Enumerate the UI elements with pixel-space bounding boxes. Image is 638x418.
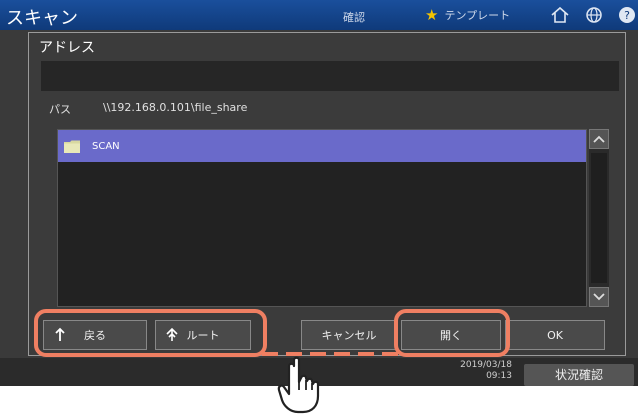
file-list[interactable]: SCAN	[57, 129, 587, 307]
confirm-tab[interactable]: 確認	[343, 9, 365, 25]
address-dialog: アドレス パス \\192.168.0.101\file_share SCAN	[28, 32, 626, 356]
chevron-up-icon	[593, 135, 605, 143]
home-icon[interactable]	[550, 6, 570, 24]
highlight-open-button	[394, 309, 510, 357]
address-field[interactable]	[41, 61, 619, 91]
scroll-track[interactable]	[591, 153, 607, 283]
date-text: 2019/03/18	[460, 360, 512, 370]
svg-text:?: ?	[624, 9, 630, 22]
help-icon[interactable]: ?	[617, 6, 637, 24]
datetime: 2019/03/18 09:13	[460, 360, 512, 382]
time-text: 09:13	[486, 371, 512, 381]
dialog-title: アドレス	[39, 40, 95, 56]
cancel-button-label: キャンセル	[321, 329, 377, 342]
scroll-up-button[interactable]	[589, 129, 609, 149]
scrollbar[interactable]	[589, 129, 609, 307]
template-tab[interactable]: ★ テンプレート	[425, 7, 510, 23]
top-bar: スキャン 確認 ★ テンプレート ?	[0, 0, 638, 30]
file-row-scan[interactable]: SCAN	[58, 130, 586, 162]
path-value: \\192.168.0.101\file_share	[103, 101, 248, 114]
path-label: パス	[49, 103, 71, 116]
star-icon: ★	[425, 5, 439, 24]
pointing-hand-icon	[277, 356, 320, 414]
folder-icon	[64, 140, 80, 153]
template-tab-label: テンプレート	[444, 9, 511, 22]
globe-icon[interactable]	[584, 6, 604, 24]
ok-button-label: OK	[547, 328, 563, 342]
file-name: SCAN	[92, 140, 120, 152]
app-title: スキャン	[6, 8, 78, 29]
chevron-down-icon	[593, 293, 605, 301]
ok-button[interactable]: OK	[505, 320, 605, 350]
status-check-button[interactable]: 状況確認	[524, 364, 634, 386]
cancel-button[interactable]: キャンセル	[301, 320, 397, 350]
highlight-nav-buttons	[34, 309, 267, 357]
scroll-down-button[interactable]	[589, 287, 609, 307]
